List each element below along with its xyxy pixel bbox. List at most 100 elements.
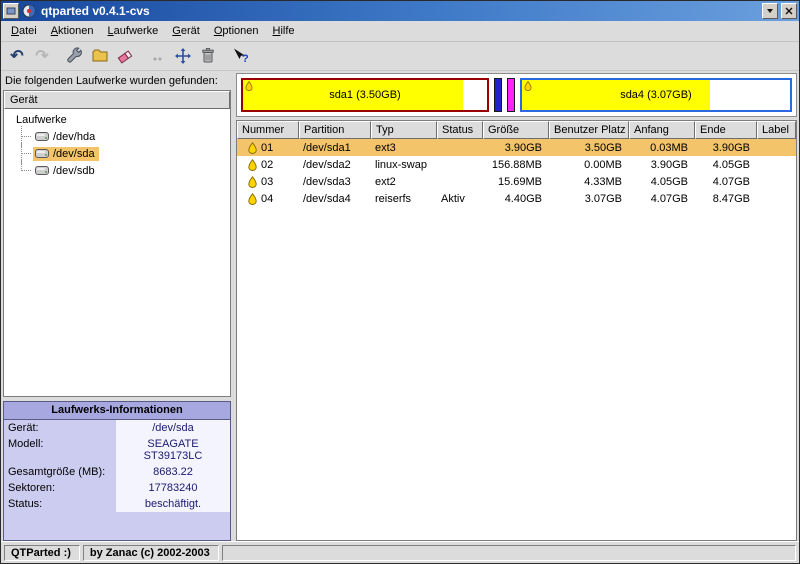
cell-partition: /dev/sda1 [299,139,371,156]
info-value: beschäftigt. [116,496,230,512]
right-panel: sda1 (3.50GB) sda4 (3.07GB) Nummer Parti… [236,73,797,541]
tree-root-label: Laufwerke [16,114,67,126]
partition-table: Nummer Partition Typ Status Größe Benutz… [236,120,797,541]
cell-size: 4.40GB [483,190,549,207]
cell-number: 03 [261,176,273,188]
partition-icon [248,176,257,188]
partition-bars: sda1 (3.50GB) sda4 (3.07GB) [236,73,797,117]
cell-type: ext2 [371,173,437,190]
partition-bar-sda2[interactable] [494,78,502,112]
header-partition[interactable]: Partition [299,121,371,139]
minimize-icon [766,7,774,15]
cell-start: 4.05GB [629,173,695,190]
device-item-sdb[interactable]: /dev/sdb [20,162,230,179]
titlebar[interactable]: qtparted v0.4.1-cvs [1,1,799,21]
table-header-row: Nummer Partition Typ Status Größe Benutz… [237,121,796,139]
options-dots-button[interactable] [146,44,170,68]
device-column-header[interactable]: Gerät [4,91,230,109]
header-label[interactable]: Label [757,121,796,139]
main-area: Die folgenden Laufwerke wurden gefunden:… [1,71,799,541]
table-row-sda4[interactable]: 04 /dev/sda4 reiserfs Aktiv 4.40GB 3.07G… [237,190,796,207]
device-item-hda[interactable]: /dev/hda [20,128,230,145]
minimize-button[interactable] [762,3,778,19]
wrench-icon [66,47,84,65]
set-properties-button[interactable] [63,44,87,68]
header-status[interactable]: Status [437,121,483,139]
partition-icon [248,193,257,205]
whats-this-help-button[interactable]: ? [229,44,253,68]
header-anfang[interactable]: Anfang [629,121,695,139]
device-label: /dev/sda [53,148,95,160]
cell-partition: /dev/sda4 [299,190,371,207]
cell-number: 01 [261,142,273,154]
hard-disk-icon [35,165,49,176]
delete-partition-button[interactable] [113,44,137,68]
statusbar-app-text: QTParted :) [4,545,80,561]
header-benutzer-platz[interactable]: Benutzer Platz [549,121,629,139]
menu-optionen[interactable]: Optionen [207,22,266,40]
info-value: SEAGATE ST39173LC [116,436,230,464]
cell-end: 8.47GB [695,190,757,207]
statusbar-author-text: by Zanac (c) 2002-2003 [83,545,219,561]
app-icon [22,4,36,18]
new-partition-button[interactable] [88,44,112,68]
drives-found-label: Die folgenden Laufwerke wurden gefunden: [3,73,231,90]
header-ende[interactable]: Ende [695,121,757,139]
menu-laufwerke[interactable]: Laufwerke [101,22,166,40]
cell-used: 3.07GB [549,190,629,207]
cell-number: 04 [261,193,273,205]
info-label: Gesamtgröße (MB): [4,464,116,480]
move-icon [174,47,192,65]
menu-aktionen[interactable]: Aktionen [44,22,101,40]
window-menu-button[interactable] [3,3,19,19]
header-nummer[interactable]: Nummer [237,121,299,139]
table-row-sda1[interactable]: 01 /dev/sda1 ext3 3.90GB 3.50GB 0.03MB 3… [237,139,796,156]
statusbar: QTParted :) by Zanac (c) 2002-2003 [1,541,799,563]
trash-button[interactable] [196,44,220,68]
statusbar-empty-area [222,545,796,561]
partition-bar-sda3[interactable] [507,78,515,112]
device-label: /dev/sdb [53,165,95,177]
info-label: Sektoren: [4,480,116,496]
trash-icon [199,47,217,65]
hard-disk-icon [35,148,49,159]
svg-text:?: ? [242,53,249,65]
partition-bar-sda4[interactable]: sda4 (3.07GB) [520,78,792,112]
menu-hilfe[interactable]: Hilfe [265,22,301,40]
cell-status [437,139,483,156]
header-typ[interactable]: Typ [371,121,437,139]
partition-icon [248,142,257,154]
cell-label [757,156,796,173]
info-value: 17783240 [116,480,230,496]
partition-bar-sda1[interactable]: sda1 (3.50GB) [241,78,489,112]
cell-used: 4.33MB [549,173,629,190]
device-tree: Laufwerke /dev/hda /dev/sda [4,109,230,396]
info-label: Gerät: [4,420,116,436]
cell-type: ext3 [371,139,437,156]
partition-bar-label: sda4 (3.07GB) [522,89,790,101]
close-icon [785,7,793,15]
cell-end: 4.07GB [695,173,757,190]
info-value: 8683.22 [116,464,230,480]
window-menu-icon [6,6,16,16]
header-groesse[interactable]: Größe [483,121,549,139]
device-item-sda[interactable]: /dev/sda [20,145,230,162]
table-row-sda3[interactable]: 03 /dev/sda3 ext2 15.69MB 4.33MB 4.05GB … [237,173,796,190]
tree-root-laufwerke[interactable]: Laufwerke [8,111,230,128]
redo-button[interactable]: ↷ [30,44,54,68]
cell-end: 4.05GB [695,156,757,173]
toolbar: ↶ ↷ ? [1,42,799,71]
dots-icon [149,47,167,65]
menu-geraet[interactable]: Gerät [165,22,207,40]
menu-datei[interactable]: Datei [4,22,44,40]
move-resize-button[interactable] [171,44,195,68]
redo-icon: ↷ [35,46,48,66]
close-button[interactable] [781,3,797,19]
undo-button[interactable]: ↶ [5,44,29,68]
partition-icon [248,159,257,171]
cell-used: 3.50GB [549,139,629,156]
cell-status [437,156,483,173]
cell-status: Aktiv [437,190,483,207]
info-row-sektoren: Sektoren: 17783240 [4,480,230,496]
table-row-sda2[interactable]: 02 /dev/sda2 linux-swap 156.88MB 0.00MB … [237,156,796,173]
